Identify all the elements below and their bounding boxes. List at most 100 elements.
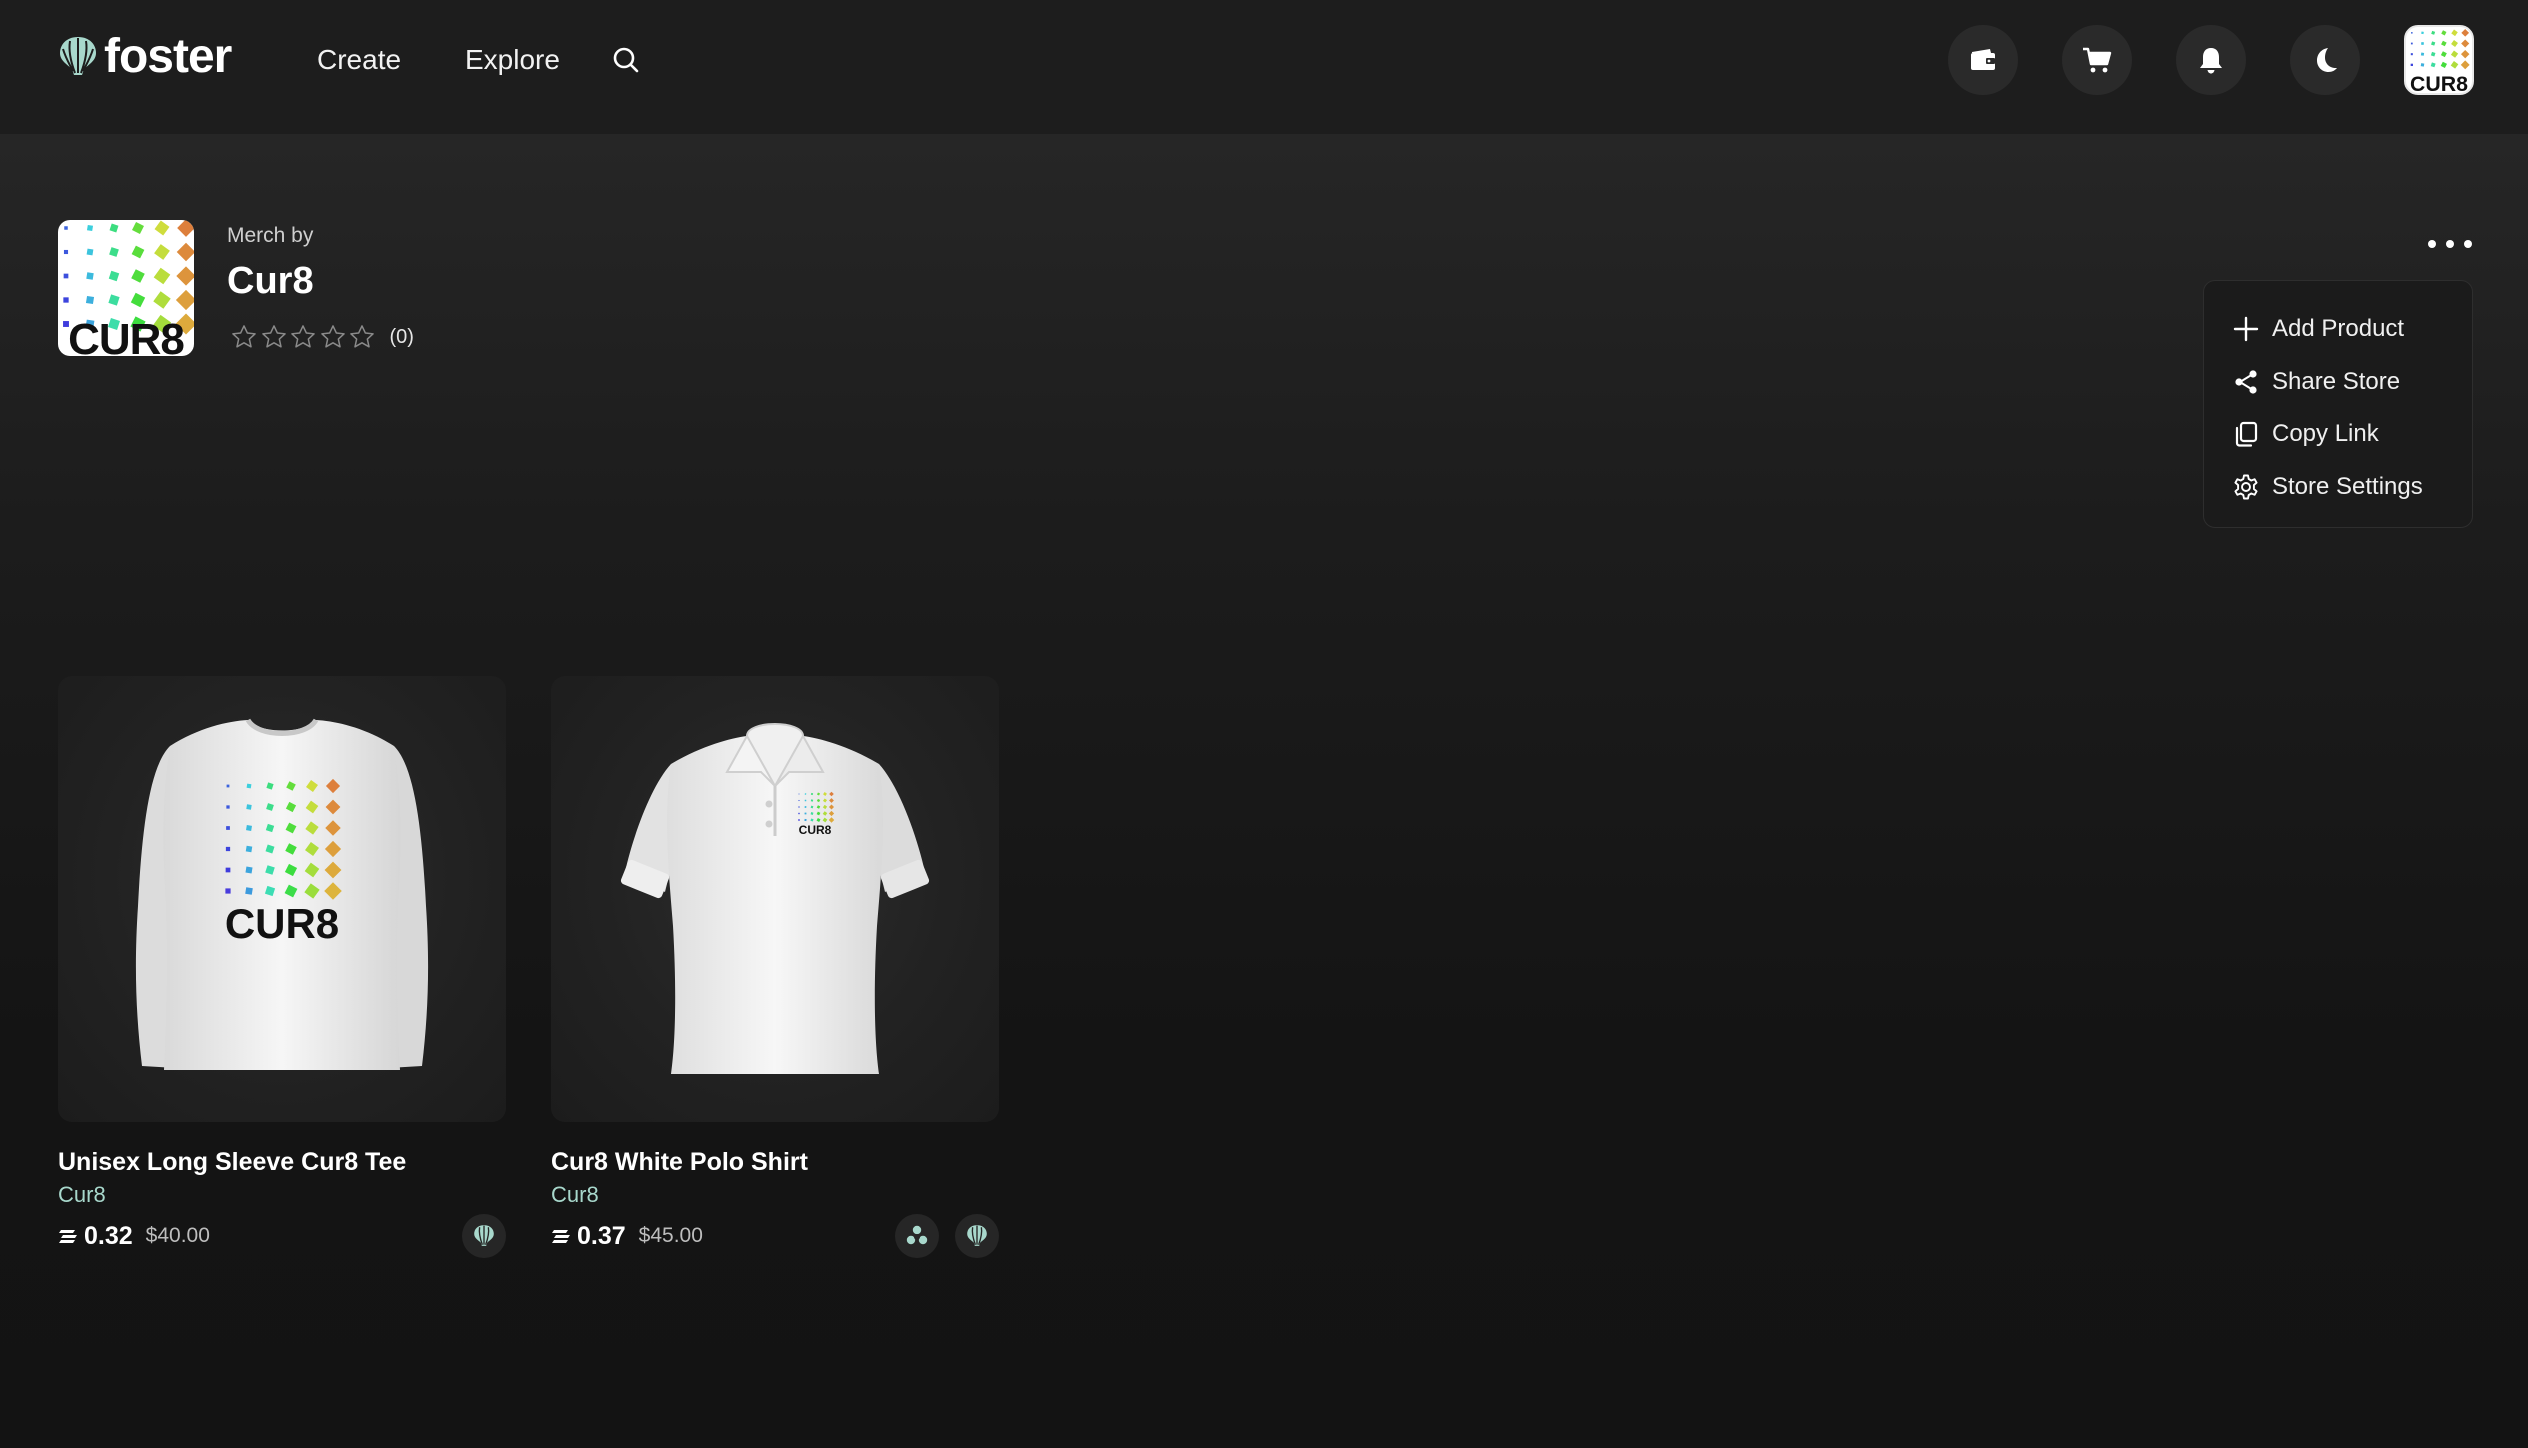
- pattern-dot: [2440, 61, 2447, 68]
- star-empty-icon: [232, 325, 256, 348]
- pattern-dot: [176, 266, 194, 286]
- pattern-dot: [245, 887, 253, 895]
- foster-logo[interactable]: foster: [58, 30, 232, 84]
- pattern-dot: [109, 247, 119, 257]
- pattern-dot: [225, 888, 231, 894]
- star-empty-icon: [291, 325, 315, 348]
- pattern-dot: [176, 242, 194, 262]
- pattern-dot: [63, 249, 69, 255]
- star-empty-icon: [320, 325, 345, 348]
- wallet-button[interactable]: [1948, 25, 2018, 95]
- pattern-dot: [2461, 39, 2470, 48]
- pattern-dot: [798, 793, 800, 795]
- menu-item-store-settings[interactable]: Store Settings: [2204, 461, 2472, 514]
- search-icon[interactable]: [610, 44, 642, 76]
- moon-icon: [2317, 48, 2337, 72]
- notifications-button[interactable]: [2176, 25, 2246, 95]
- pattern-dot: [798, 806, 800, 808]
- product-image-polo-shirt[interactable]: CUR8: [551, 676, 999, 1122]
- cluster-badge-icon: [895, 1214, 939, 1258]
- product-title[interactable]: Unisex Long Sleeve Cur8 Tee: [58, 1146, 506, 1178]
- pattern-dot: [804, 799, 807, 802]
- merch-by-label: Merch by: [227, 224, 314, 247]
- pattern-dot: [2450, 50, 2459, 58]
- copy-icon: [2235, 422, 2258, 447]
- menu-item-label: Copy Link: [2272, 420, 2379, 448]
- store-rating: (0): [230, 323, 414, 351]
- store-avatar: CUR8: [58, 220, 194, 356]
- pattern-dot: [153, 267, 171, 285]
- svg-text:CUR8: CUR8: [799, 823, 832, 837]
- cur8-store-logo: CUR8: [63, 220, 194, 356]
- menu-item-add-product[interactable]: Add Product: [2204, 303, 2472, 356]
- product-image-long-sleeve-tee[interactable]: CUR8: [58, 676, 506, 1122]
- pattern-dot: [86, 248, 94, 256]
- pattern-dot: [2461, 28, 2470, 37]
- theme-toggle-button[interactable]: [2290, 25, 2360, 95]
- currency-icon: [59, 1230, 77, 1243]
- menu-item-label: Add Product: [2272, 315, 2405, 343]
- pattern-dot: [2410, 42, 2413, 45]
- pattern-dot: [2460, 49, 2470, 59]
- pattern-dot: [245, 845, 253, 853]
- foster-badge-icon: [462, 1214, 506, 1258]
- pattern-dot: [2421, 31, 2424, 35]
- pattern-dot: [804, 793, 807, 795]
- nav-explore[interactable]: Explore: [465, 40, 560, 80]
- menu-item-share-store[interactable]: Share Store: [2204, 356, 2472, 409]
- pattern-dot: [131, 269, 145, 283]
- store-name: Cur8: [227, 260, 314, 302]
- pattern-dot: [226, 805, 230, 809]
- pattern-dot: [175, 289, 194, 311]
- nav-create[interactable]: Create: [317, 40, 401, 80]
- star-empty-icon: [261, 325, 286, 348]
- pattern-dot: [2431, 30, 2436, 35]
- pattern-dot: [2431, 41, 2436, 46]
- menu-item-label: Store Settings: [2272, 472, 2423, 500]
- brand-name: foster: [104, 30, 232, 83]
- pattern-dot: [132, 222, 144, 234]
- menu-item-copy-link[interactable]: Copy Link: [2204, 408, 2472, 461]
- pattern-dot: [2430, 62, 2436, 68]
- pattern-dot: [246, 825, 252, 831]
- pattern-dot: [130, 292, 146, 308]
- pattern-dot: [2450, 61, 2459, 69]
- pattern-dot: [804, 818, 807, 822]
- pattern-dot: [225, 867, 231, 873]
- pattern-dot: [64, 226, 68, 230]
- product-seller[interactable]: Cur8: [58, 1180, 506, 1210]
- user-avatar[interactable]: CUR8: [2404, 25, 2474, 95]
- pattern-dot: [85, 295, 95, 305]
- pattern-dot: [108, 270, 120, 282]
- pattern-dot: [798, 812, 800, 815]
- pattern-dot: [109, 223, 119, 233]
- pattern-dot: [245, 866, 253, 874]
- pattern-dot: [86, 224, 94, 232]
- product-seller[interactable]: Cur8: [551, 1180, 999, 1210]
- pattern-dot: [153, 291, 171, 309]
- pattern-dot: [798, 799, 800, 802]
- plus-icon: [2233, 317, 2259, 342]
- pattern-dot: [226, 784, 230, 788]
- polo-shirt-illustration: CUR8: [620, 723, 930, 1074]
- product-price-row: 0.37 $45.00: [551, 1214, 999, 1258]
- pattern-dot: [86, 272, 94, 280]
- product-card[interactable]: CUR8 Unisex Long Sleeve Cur8 Tee Cur8 0.…: [58, 676, 506, 1258]
- more-options-button[interactable]: [2428, 228, 2472, 260]
- pattern-dot: [154, 244, 170, 260]
- cart-button[interactable]: [2062, 25, 2132, 95]
- product-card[interactable]: CUR8 Cur8 White Polo Shirt Cur8 0.37 $45…: [551, 676, 999, 1258]
- product-title[interactable]: Cur8 White Polo Shirt: [551, 1146, 999, 1178]
- gear-icon: [2234, 474, 2258, 500]
- pattern-dot: [2451, 29, 2458, 37]
- pattern-dot: [798, 819, 800, 821]
- pattern-dot: [2420, 63, 2425, 67]
- pattern-dot: [2430, 51, 2436, 57]
- pattern-dot: [108, 294, 120, 306]
- share-icon: [2235, 370, 2257, 394]
- foster-logo-icon: [60, 37, 96, 75]
- pattern-dot: [246, 783, 252, 789]
- dot: [2428, 240, 2436, 248]
- pattern-dot: [2410, 53, 2413, 56]
- bell-icon: [2200, 48, 2222, 74]
